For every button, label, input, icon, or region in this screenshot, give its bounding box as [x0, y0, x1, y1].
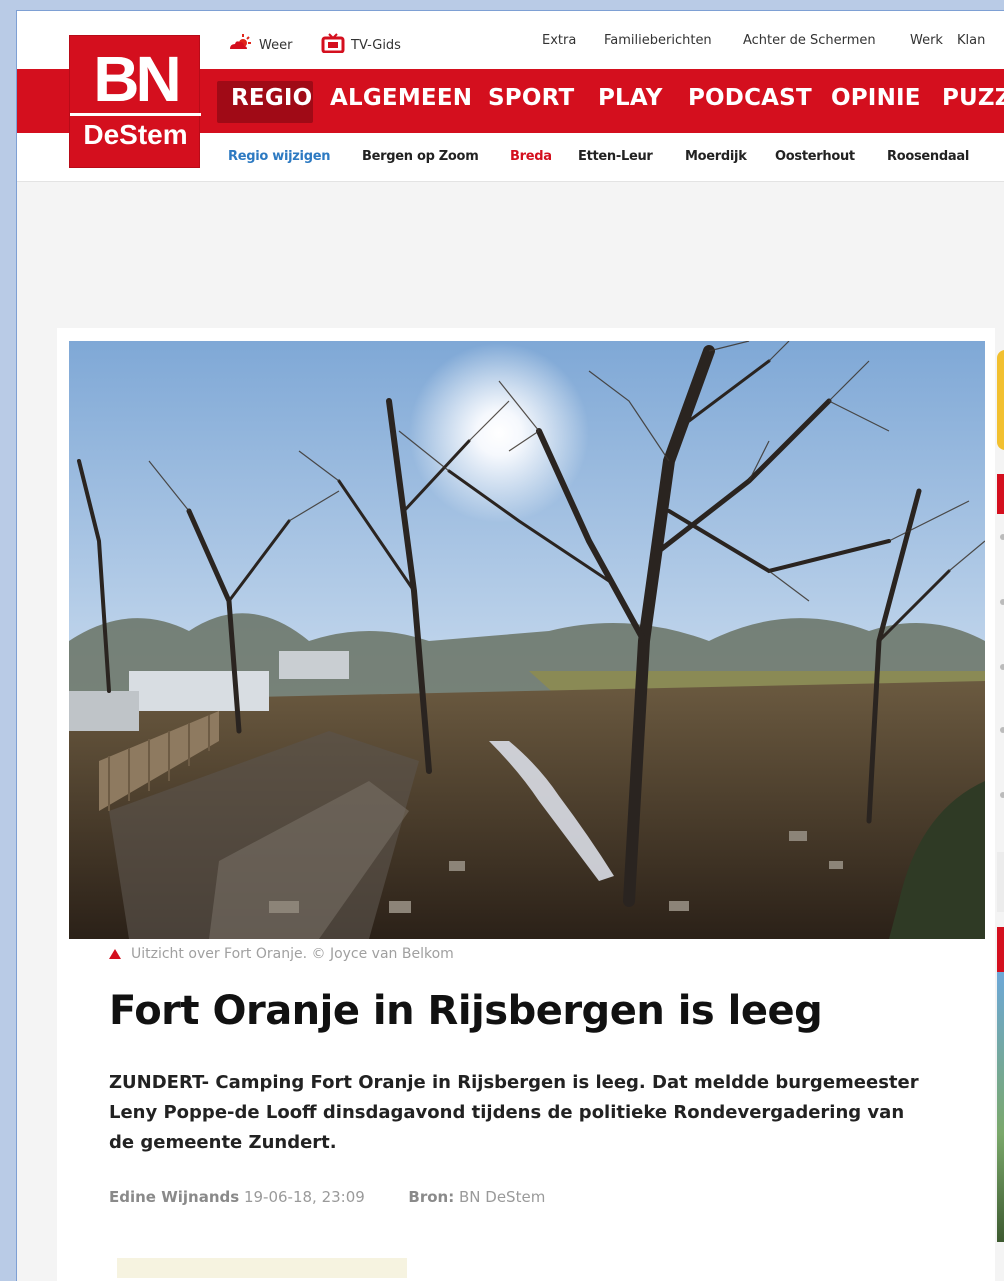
region-item-roosendaal[interactable]: Roosendaal: [887, 149, 969, 164]
sidebar-list-bullet: [1000, 664, 1004, 670]
logo-text-destem: DeStem: [83, 119, 188, 150]
article-datetime: 19-06-18, 23:09: [243, 1188, 365, 1206]
weather-link[interactable]: Weer: [227, 33, 292, 57]
article-hero-photo[interactable]: [69, 341, 985, 939]
article-source: BN DeStem: [459, 1188, 546, 1206]
weather-icon: [227, 33, 253, 57]
tvguide-label: TV-Gids: [351, 37, 401, 53]
sidebar-gray-block: [997, 852, 1004, 912]
article-title: Fort Oranje in Rijsbergen is leeg: [109, 988, 823, 1034]
photo-caption: Uitzicht over Fort Oranje. © Joyce van B…: [109, 946, 454, 962]
nav-item-play[interactable]: PLAY: [598, 85, 663, 111]
sidebar-header-bar: [997, 927, 1004, 973]
nav-item-algemeen[interactable]: ALGEMEEN: [330, 85, 472, 111]
region-item-moerdijk[interactable]: Moerdijk: [685, 149, 747, 164]
site-logo[interactable]: BN DeStem: [69, 35, 201, 168]
nav-item-opinie[interactable]: OPINIE: [831, 85, 921, 111]
sidebar-list-bullet: [1000, 599, 1004, 605]
article-photo-illustration: [69, 341, 985, 939]
article-card: Uitzicht over Fort Oranje. © Joyce van B…: [57, 328, 995, 1281]
article-lead: ZUNDERT- Camping Fort Oranje in Rijsberg…: [109, 1072, 919, 1153]
share-bar-placeholder: [117, 1258, 407, 1278]
logo-divider: [70, 113, 201, 116]
browser-viewport: Weer TV-Gids Extra Familieberichten Acht…: [16, 10, 1004, 1281]
main-content-area: Uitzicht over Fort Oranje. © Joyce van B…: [17, 182, 1004, 1281]
topbar-link-achter-de-schermen[interactable]: Achter de Schermen: [743, 33, 876, 48]
region-item-bergen-op-zoom[interactable]: Bergen op Zoom: [362, 149, 479, 164]
region-edit-link[interactable]: Regio wijzigen: [228, 149, 330, 164]
tvguide-link[interactable]: TV-Gids: [321, 33, 401, 57]
topbar-link-klantenservice[interactable]: Klan: [957, 33, 985, 48]
nav-item-sport[interactable]: SPORT: [488, 85, 574, 111]
topbar-link-extra[interactable]: Extra: [542, 33, 576, 48]
caption-text: Uitzicht over Fort Oranje. © Joyce van B…: [131, 946, 454, 962]
sidebar-header-bar: [997, 474, 1004, 514]
logo-text-bn: BN: [93, 43, 181, 115]
sidebar-list-bullet: [1000, 727, 1004, 733]
nav-item-regio[interactable]: REGIO: [231, 85, 312, 111]
topbar-link-werk[interactable]: Werk: [910, 33, 943, 48]
sidebar-list-bullet: [1000, 534, 1004, 540]
topbar-link-familieberichten[interactable]: Familieberichten: [604, 33, 712, 48]
region-item-etten-leur[interactable]: Etten-Leur: [578, 149, 653, 164]
article-author[interactable]: Edine Wijnands: [109, 1188, 239, 1206]
article-meta: Edine Wijnands 19-06-18, 23:09 Bron: BN …: [109, 1188, 545, 1206]
weather-label: Weer: [259, 37, 293, 53]
region-item-breda[interactable]: Breda: [510, 149, 552, 164]
caption-triangle-icon: [109, 949, 121, 959]
tv-icon: [321, 33, 345, 57]
article-source-label: Bron:: [408, 1188, 455, 1206]
nav-item-podcast[interactable]: PODCAST: [688, 85, 812, 111]
nav-item-puzzels[interactable]: PUZZ: [942, 85, 1004, 111]
site-header: Weer TV-Gids Extra Familieberichten Acht…: [17, 11, 1004, 182]
sidebar-promo-block[interactable]: [997, 350, 1004, 450]
sidebar-photo[interactable]: [997, 972, 1004, 1242]
sidebar-list-bullet: [1000, 792, 1004, 798]
region-item-oosterhout[interactable]: Oosterhout: [775, 149, 855, 164]
